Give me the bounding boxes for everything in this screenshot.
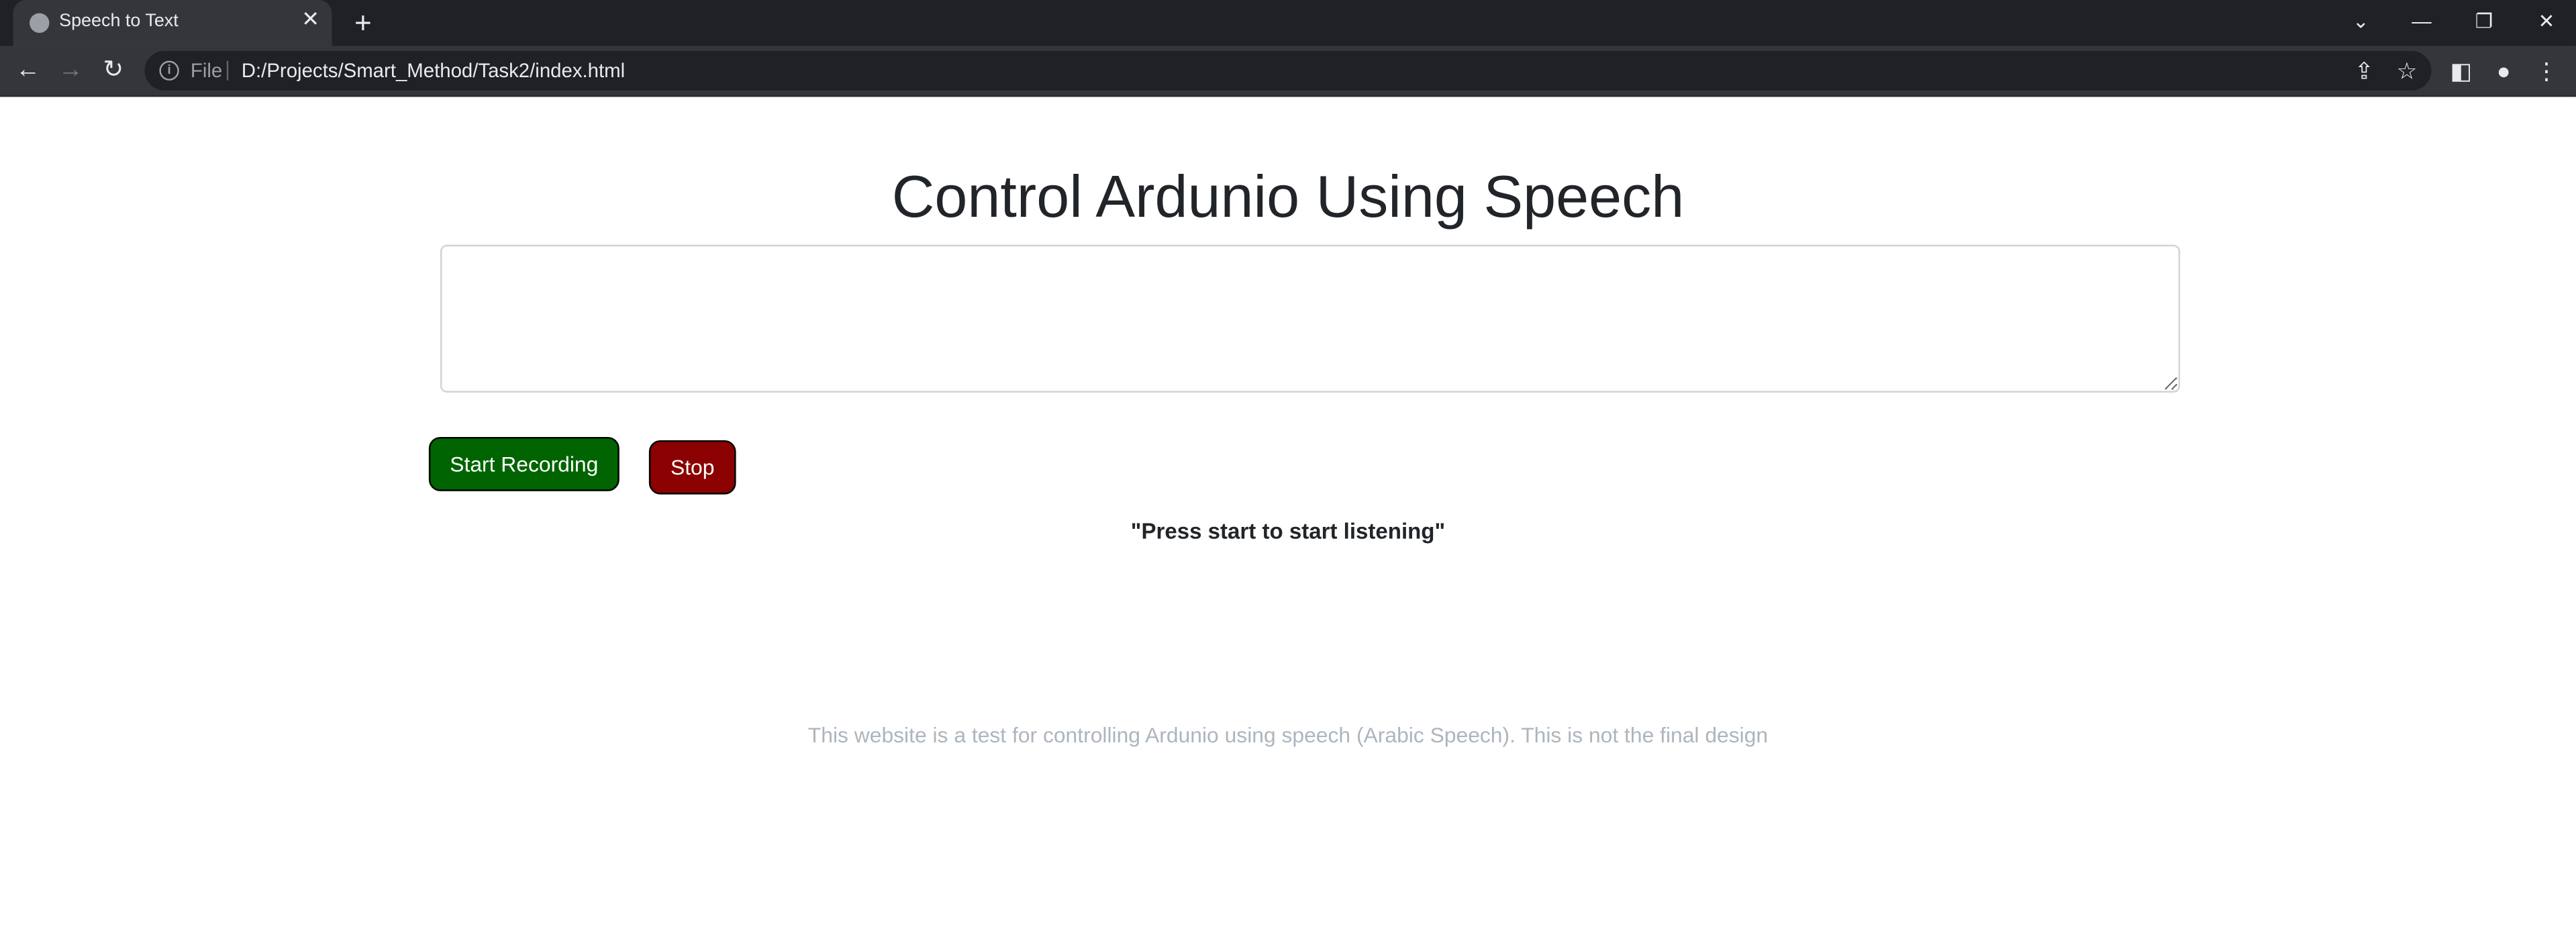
menu-icon[interactable]: ⋮ <box>2532 56 2561 85</box>
forward-icon[interactable]: → <box>56 56 85 85</box>
tab-strip: Speech to Text ✕ + ⌄ — ❐ ✕ <box>0 0 2576 46</box>
browser-toolbar: ← → ↻ i File D:/Projects/Smart_Method/Ta… <box>0 46 2576 97</box>
footer-note: This website is a test for controlling A… <box>807 722 1769 748</box>
tab-search-icon[interactable]: ⌄ <box>2344 7 2377 36</box>
restore-icon[interactable]: ❐ <box>2467 7 2500 36</box>
browser-tab[interactable]: Speech to Text ✕ <box>13 0 332 46</box>
speech-text-area[interactable] <box>440 244 2181 393</box>
back-icon[interactable]: ← <box>13 56 43 85</box>
stop-button[interactable]: Stop <box>648 440 736 495</box>
address-bar[interactable]: i File D:/Projects/Smart_Method/Task2/in… <box>144 50 2432 91</box>
minimize-icon[interactable]: — <box>2405 7 2438 36</box>
reload-icon[interactable]: ↻ <box>99 56 128 85</box>
status-text: "Press start to start listening" <box>1130 519 1446 544</box>
side-panel-icon[interactable]: ◧ <box>2446 56 2476 85</box>
profile-icon[interactable]: ● <box>2489 56 2518 85</box>
url-divider <box>226 60 229 81</box>
globe-icon <box>30 13 50 33</box>
share-icon[interactable]: ⇪ <box>2349 56 2379 85</box>
bookmark-star-icon[interactable]: ☆ <box>2392 56 2422 85</box>
url-text[interactable]: D:/Projects/Smart_Method/Task2/index.htm… <box>242 59 625 82</box>
tab-close-icon[interactable]: ✕ <box>299 7 321 31</box>
window-close-icon[interactable]: ✕ <box>2530 7 2563 36</box>
url-scheme: File <box>190 59 223 83</box>
start-recording-button[interactable]: Start Recording <box>428 436 620 491</box>
page-content: Control Ardunio Using Speech Start Recor… <box>0 97 2576 933</box>
info-icon[interactable]: i <box>159 60 179 81</box>
new-tab-icon[interactable]: + <box>348 8 378 38</box>
tab-title: Speech to Text <box>59 11 179 32</box>
page-title: Control Ardunio Using Speech <box>891 162 1685 230</box>
